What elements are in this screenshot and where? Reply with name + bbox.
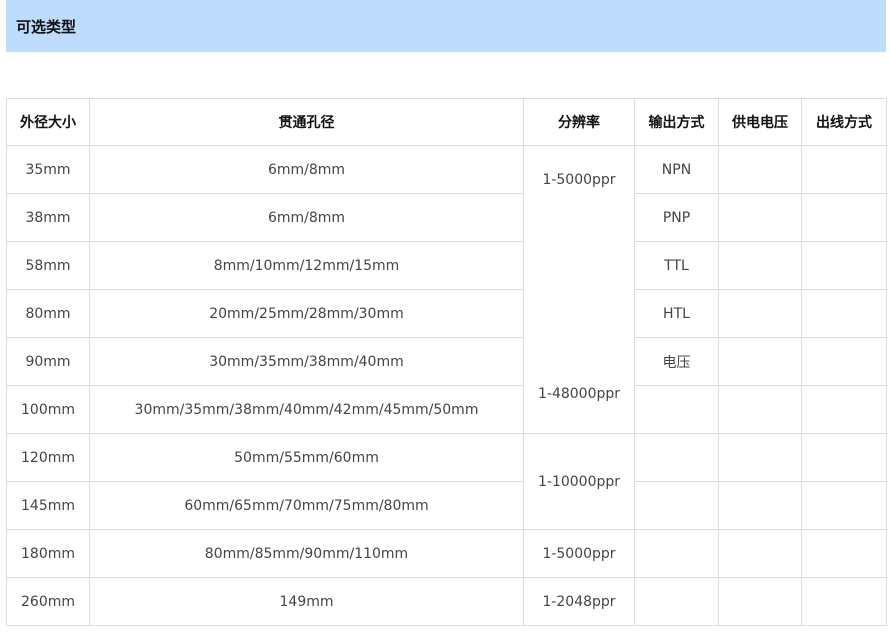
output-mode-cell: TTL	[634, 241, 719, 290]
header-supply-voltage: 供电电压	[718, 98, 802, 146]
cable-mode-cell	[801, 337, 887, 386]
header-resolution: 分辨率	[523, 98, 635, 146]
output-mode-cell	[634, 529, 719, 578]
section-title: 可选类型	[16, 18, 77, 36]
header-cable-mode: 出线方式	[801, 98, 887, 146]
header-bore-diameter: 贯通孔径	[89, 98, 524, 146]
supply-voltage-cell	[718, 577, 802, 626]
bore-diameter-cell: 20mm/25mm/28mm/30mm	[89, 289, 524, 338]
outer-diameter-cell: 120mm	[6, 433, 90, 482]
cable-mode-cell	[801, 529, 887, 578]
bore-diameter-cell: 30mm/35mm/38mm/40mm	[89, 337, 524, 386]
supply-voltage-cell	[718, 481, 802, 530]
table-row: 38mm 6mm/8mm PNP	[6, 193, 887, 242]
cable-mode-cell	[801, 241, 887, 290]
supply-voltage-cell	[718, 337, 802, 386]
cable-mode-cell	[801, 577, 887, 626]
outer-diameter-cell: 38mm	[6, 193, 90, 242]
resolution-value: 1-48000ppr	[537, 386, 621, 402]
supply-voltage-cell	[718, 529, 802, 578]
table-row: 120mm 50mm/55mm/60mm 1-10000ppr	[6, 433, 887, 530]
table-row: 180mm 80mm/85mm/90mm/110mm 1-5000ppr	[6, 529, 887, 578]
output-mode-cell: 电压	[634, 337, 719, 386]
outer-diameter-cell: 58mm	[6, 241, 90, 290]
bore-diameter-cell: 8mm/10mm/12mm/15mm	[89, 241, 524, 290]
outer-diameter-cell: 90mm	[6, 337, 90, 386]
bore-diameter-cell: 30mm/35mm/38mm/40mm/42mm/45mm/50mm	[89, 385, 524, 434]
output-mode-cell: HTL	[634, 289, 719, 338]
table-row: 80mm 20mm/25mm/28mm/30mm HTL	[6, 289, 887, 338]
bore-diameter-cell: 149mm	[89, 577, 524, 626]
supply-voltage-cell	[718, 385, 802, 434]
resolution-cell: 1-10000ppr	[523, 433, 635, 530]
resolution-cell: 1-5000ppr	[523, 529, 635, 578]
output-mode-cell	[634, 481, 719, 530]
table-row: 260mm 149mm 1-2048ppr	[6, 577, 887, 626]
outer-diameter-cell: 80mm	[6, 289, 90, 338]
supply-voltage-cell	[718, 289, 802, 338]
table-row: 58mm 8mm/10mm/12mm/15mm TTL	[6, 241, 887, 290]
supply-voltage-cell	[718, 241, 802, 290]
table-row: 100mm 30mm/35mm/38mm/40mm/42mm/45mm/50mm	[6, 385, 887, 434]
spec-table: 外径大小 贯通孔径 分辨率 输出方式 供电电压 出线方式 35mm 6mm/8m…	[6, 98, 887, 626]
bore-diameter-cell: 80mm/85mm/90mm/110mm	[89, 529, 524, 578]
output-mode-cell	[634, 577, 719, 626]
resolution-value: 1-5000ppr	[542, 172, 616, 188]
cable-mode-cell	[801, 145, 887, 194]
output-mode-cell	[634, 433, 719, 482]
supply-voltage-cell	[718, 433, 802, 482]
table-header-row: 外径大小 贯通孔径 分辨率 输出方式 供电电压 出线方式	[6, 98, 887, 146]
bore-diameter-cell: 50mm/55mm/60mm	[89, 433, 524, 482]
table-row: 35mm 6mm/8mm 1-5000ppr 1-48000ppr NPN	[6, 145, 887, 434]
cable-mode-cell	[801, 481, 887, 530]
resolution-cell: 1-5000ppr 1-48000ppr	[523, 145, 635, 434]
output-mode-cell: NPN	[634, 145, 719, 194]
outer-diameter-cell: 100mm	[6, 385, 90, 434]
cable-mode-cell	[801, 193, 887, 242]
output-mode-cell	[634, 385, 719, 434]
bore-diameter-cell: 6mm/8mm	[89, 193, 524, 242]
header-outer-diameter: 外径大小	[6, 98, 90, 146]
table-row: 145mm 60mm/65mm/70mm/75mm/80mm	[6, 481, 887, 530]
header-output-mode: 输出方式	[634, 98, 719, 146]
supply-voltage-cell	[718, 193, 802, 242]
table-row: 90mm 30mm/35mm/38mm/40mm 电压	[6, 337, 887, 386]
cable-mode-cell	[801, 433, 887, 482]
outer-diameter-cell: 260mm	[6, 577, 90, 626]
outer-diameter-cell: 145mm	[6, 481, 90, 530]
bore-diameter-cell: 6mm/8mm	[89, 145, 524, 194]
supply-voltage-cell	[718, 145, 802, 194]
resolution-cell: 1-2048ppr	[523, 577, 635, 626]
outer-diameter-cell: 35mm	[6, 145, 90, 194]
cable-mode-cell	[801, 289, 887, 338]
section-header: 可选类型	[6, 0, 886, 52]
cable-mode-cell	[801, 385, 887, 434]
bore-diameter-cell: 60mm/65mm/70mm/75mm/80mm	[89, 481, 524, 530]
output-mode-cell: PNP	[634, 193, 719, 242]
outer-diameter-cell: 180mm	[6, 529, 90, 578]
